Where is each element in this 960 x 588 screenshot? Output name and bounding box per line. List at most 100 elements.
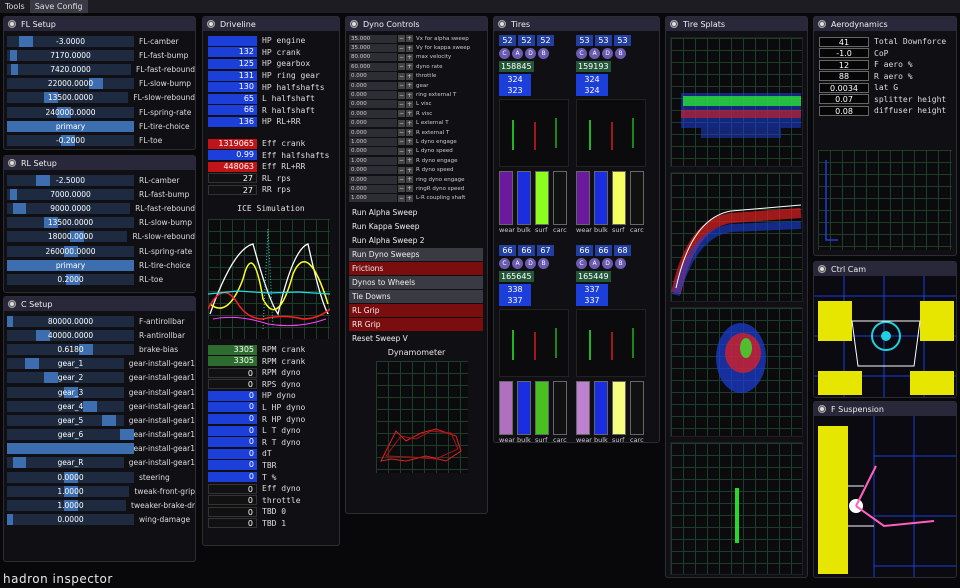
- setup-slider[interactable]: 9000.0000: [7, 202, 131, 214]
- setup-slider[interactable]: primary: [7, 120, 134, 132]
- tire-mode-button[interactable]: A: [589, 258, 600, 269]
- setup-slider[interactable]: gear_5: [7, 414, 124, 426]
- decrement-button[interactable]: −: [398, 176, 405, 184]
- increment-button[interactable]: +: [406, 185, 413, 193]
- collapse-icon[interactable]: [207, 20, 215, 28]
- increment-button[interactable]: +: [406, 138, 413, 146]
- setup-slider[interactable]: 260000.0000: [7, 245, 134, 257]
- decrement-button[interactable]: −: [398, 129, 405, 137]
- dyno-control-input[interactable]: 0.000: [349, 109, 397, 118]
- rl-setup-titlebar[interactable]: RL Setup: [4, 156, 195, 170]
- fl-setup-titlebar[interactable]: FL Setup: [4, 17, 195, 31]
- setup-slider[interactable]: 7000.0000: [7, 188, 134, 200]
- collapse-icon[interactable]: [818, 265, 826, 273]
- dyno-action-button[interactable]: Run Dyno Sweeps: [349, 248, 483, 262]
- decrement-button[interactable]: −: [398, 35, 405, 43]
- setup-slider[interactable]: gear_6: [7, 429, 134, 441]
- dyno-action-button[interactable]: Run Alpha Sweep 2: [349, 234, 483, 247]
- menu-tools[interactable]: Tools: [0, 0, 30, 13]
- dyno-action-button[interactable]: Frictions: [349, 262, 483, 276]
- setup-slider[interactable]: 1.0000: [7, 500, 127, 512]
- dyno-action-button[interactable]: Tie Downs: [349, 290, 483, 304]
- collapse-icon[interactable]: [498, 20, 506, 28]
- decrement-button[interactable]: −: [398, 185, 405, 193]
- collapse-icon[interactable]: [670, 20, 678, 28]
- dyno-control-input[interactable]: 35.000: [349, 34, 397, 43]
- dyno-control-input[interactable]: 35.000: [349, 44, 397, 53]
- setup-slider[interactable]: 0.2000: [7, 273, 134, 285]
- setup-slider[interactable]: 240000.0000: [7, 106, 134, 118]
- increment-button[interactable]: +: [406, 110, 413, 118]
- ctrl-cam-titlebar[interactable]: Ctrl Cam: [814, 262, 956, 276]
- increment-button[interactable]: +: [406, 35, 413, 43]
- decrement-button[interactable]: −: [398, 53, 405, 61]
- collapse-icon[interactable]: [8, 20, 16, 28]
- collapse-icon[interactable]: [8, 159, 16, 167]
- tire-mode-button[interactable]: A: [512, 48, 523, 59]
- tire-mode-button[interactable]: B: [615, 258, 626, 269]
- collapse-icon[interactable]: [350, 20, 358, 28]
- dyno-control-input[interactable]: 60.000: [349, 62, 397, 71]
- dyno-control-input[interactable]: 0.000: [349, 147, 397, 156]
- increment-button[interactable]: +: [406, 194, 413, 202]
- collapse-icon[interactable]: [818, 405, 826, 413]
- dyno-control-input[interactable]: 0.000: [349, 128, 397, 137]
- driveline-titlebar[interactable]: Driveline: [203, 17, 339, 31]
- increment-button[interactable]: +: [406, 147, 413, 155]
- setup-slider[interactable]: -2.5000: [7, 174, 134, 186]
- setup-slider[interactable]: 7170.0000: [7, 49, 134, 61]
- dyno-control-input[interactable]: 1.000: [349, 137, 397, 146]
- increment-button[interactable]: +: [406, 119, 413, 127]
- setup-slider[interactable]: -0.2000: [7, 134, 134, 146]
- dyno-controls-titlebar[interactable]: Dyno Controls: [346, 17, 487, 31]
- increment-button[interactable]: +: [406, 53, 413, 61]
- increment-button[interactable]: +: [406, 166, 413, 174]
- decrement-button[interactable]: −: [398, 147, 405, 155]
- tire-mode-button[interactable]: D: [602, 48, 613, 59]
- tire-mode-button[interactable]: C: [576, 48, 587, 59]
- dyno-control-input[interactable]: 0.000: [349, 119, 397, 128]
- setup-slider[interactable]: 1.0000: [7, 485, 130, 497]
- tire-mode-button[interactable]: D: [525, 258, 536, 269]
- setup-slider[interactable]: gear_2: [7, 372, 124, 384]
- increment-button[interactable]: +: [406, 72, 413, 80]
- decrement-button[interactable]: −: [398, 44, 405, 52]
- setup-slider[interactable]: 13500.0000: [7, 92, 129, 104]
- setup-slider[interactable]: [7, 443, 134, 455]
- setup-slider[interactable]: 18000.0000: [7, 231, 128, 243]
- tire-mode-button[interactable]: D: [525, 48, 536, 59]
- setup-slider[interactable]: gear_R: [7, 457, 124, 469]
- decrement-button[interactable]: −: [398, 110, 405, 118]
- increment-button[interactable]: +: [406, 100, 413, 108]
- increment-button[interactable]: +: [406, 91, 413, 99]
- dyno-control-input[interactable]: 0.000: [349, 81, 397, 90]
- setup-slider[interactable]: 7420.0000: [7, 63, 131, 75]
- dyno-action-button[interactable]: RR Grip: [349, 318, 483, 332]
- decrement-button[interactable]: −: [398, 119, 405, 127]
- dyno-control-input[interactable]: 0.000: [349, 166, 397, 175]
- dyno-control-input[interactable]: 1.000: [349, 156, 397, 165]
- tire-mode-button[interactable]: C: [576, 258, 587, 269]
- setup-slider[interactable]: 80000.0000: [7, 315, 134, 327]
- setup-slider[interactable]: 13500.0000: [7, 217, 134, 229]
- collapse-icon[interactable]: [8, 300, 16, 308]
- tire-mode-button[interactable]: A: [589, 48, 600, 59]
- setup-slider[interactable]: 22000.0000: [7, 78, 134, 90]
- collapse-icon[interactable]: [818, 20, 826, 28]
- menu-save-config[interactable]: Save Config: [29, 0, 88, 13]
- decrement-button[interactable]: −: [398, 63, 405, 71]
- dyno-action-button[interactable]: Run Kappa Sweep: [349, 220, 483, 233]
- dyno-control-input[interactable]: 0.000: [349, 91, 397, 100]
- dyno-action-button[interactable]: Run Alpha Sweep: [349, 206, 483, 219]
- tire-splats-titlebar[interactable]: Tire Splats: [666, 17, 807, 31]
- decrement-button[interactable]: −: [398, 91, 405, 99]
- dyno-action-button[interactable]: RL Grip: [349, 304, 483, 318]
- tire-mode-button[interactable]: A: [512, 258, 523, 269]
- setup-slider[interactable]: gear_3: [7, 386, 124, 398]
- decrement-button[interactable]: −: [398, 72, 405, 80]
- c-setup-titlebar[interactable]: C Setup: [4, 297, 195, 311]
- dyno-control-input[interactable]: 0.000: [349, 100, 397, 109]
- tire-mode-button[interactable]: B: [538, 258, 549, 269]
- dyno-control-input[interactable]: 80.000: [349, 53, 397, 62]
- dyno-action-button[interactable]: Reset Sweep V: [349, 332, 483, 345]
